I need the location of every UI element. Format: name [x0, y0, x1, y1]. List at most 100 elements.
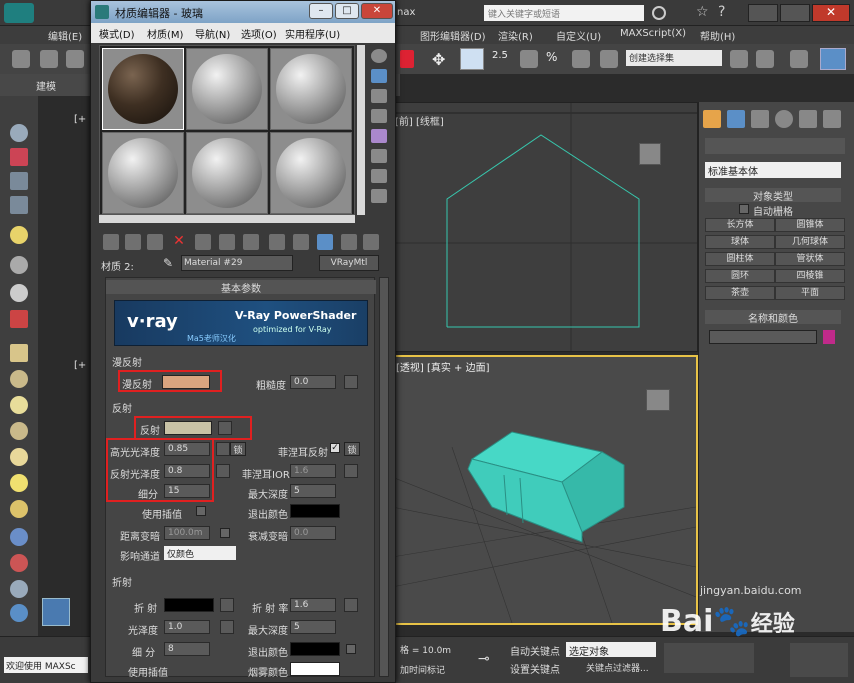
assign-to-selection-icon[interactable] [147, 234, 163, 250]
display-tab-icon[interactable] [799, 110, 817, 128]
name-color-rollout-title[interactable]: 名称和颜色 [705, 310, 841, 325]
mirror-icon[interactable] [730, 50, 748, 68]
viewcube-icon[interactable] [639, 143, 661, 165]
geosphere-button[interactable]: 几何球体 [775, 235, 845, 249]
cylinder-button[interactable]: 圆柱体 [705, 252, 775, 266]
add-time-tag[interactable]: 加时间标记 [400, 663, 445, 676]
refr-gloss-spinner[interactable]: 1.0 [164, 620, 210, 634]
minimize-button[interactable] [748, 4, 778, 22]
bind-tool-icon[interactable] [10, 256, 28, 274]
go-to-parent-icon[interactable] [341, 234, 357, 250]
menu-rendering[interactable]: 渲染(R) [498, 28, 533, 43]
unlink-icon[interactable] [40, 50, 58, 68]
viewport-nav-controls[interactable] [790, 643, 848, 677]
video-color-icon[interactable] [371, 129, 387, 143]
refr-subdivs-spinner[interactable]: 8 [164, 642, 210, 656]
tube-button[interactable]: 管状体 [775, 252, 845, 266]
key-mode-dropdown[interactable]: 选定对象 [566, 642, 656, 658]
particle-icon[interactable] [10, 528, 28, 546]
shape-icon[interactable] [10, 580, 28, 598]
create-tab-icon[interactable] [703, 110, 721, 128]
material-editor-titlebar[interactable]: 材质编辑器 - 玻璃 – □ ✕ [91, 1, 395, 23]
dim-distance-spinner[interactable]: 100.0m [164, 526, 210, 540]
eyedropper-icon[interactable]: ✎ [163, 256, 173, 270]
pyramid-button[interactable]: 四棱锥 [775, 269, 845, 283]
backlight-icon[interactable] [371, 69, 387, 83]
grid-icon[interactable] [10, 196, 28, 214]
percent-snap-icon[interactable]: % [546, 50, 557, 64]
affect-channels-dropdown[interactable]: 仅颜色 [164, 546, 236, 560]
viewcube-icon[interactable] [646, 389, 670, 411]
object-type-rollout-title[interactable]: 对象类型 [705, 188, 841, 203]
mat-menu-material[interactable]: 材质(M) [147, 26, 183, 41]
menu-edit[interactable]: 编辑(E) [48, 28, 82, 43]
app-logo-icon[interactable] [4, 3, 34, 23]
refl-gloss-map-button[interactable] [216, 464, 230, 478]
material-type-button[interactable]: VRayMtl [319, 255, 379, 271]
background-icon[interactable] [371, 89, 387, 103]
fresnel-ior-spinner[interactable]: 1.6 [290, 464, 336, 478]
modify-tab-icon[interactable] [727, 110, 745, 128]
sample-slot-3[interactable] [270, 48, 352, 130]
fresnel-lock-button[interactable]: 锁 [344, 442, 360, 456]
key-filters-button[interactable]: 关键点过滤器... [586, 661, 649, 674]
sample-slot-6[interactable] [270, 132, 352, 214]
basic-params-rollout[interactable]: 基本参数 [106, 280, 376, 295]
fresnel-checkbox[interactable]: ✓ [330, 443, 340, 453]
layers-icon[interactable] [10, 172, 28, 190]
show-map-icon[interactable] [293, 234, 309, 250]
help-icon[interactable]: ? [718, 4, 725, 20]
fresnel-ior-map-button[interactable] [344, 464, 358, 478]
ribbon-tab-modeling[interactable]: 建模 [36, 78, 56, 93]
mat-menu-modes[interactable]: 模式(D) [99, 26, 135, 41]
torus-button[interactable]: 圆环 [705, 269, 775, 283]
roughness-map-button[interactable] [344, 375, 358, 389]
object-color-swatch[interactable] [823, 330, 835, 344]
cone-button[interactable]: 圆锥体 [775, 218, 845, 232]
options-icon[interactable] [371, 169, 387, 183]
sample-type-icon[interactable] [371, 49, 387, 63]
reset-material-icon[interactable]: ✕ [171, 234, 187, 250]
star-light-icon[interactable] [10, 474, 28, 492]
autogrid-checkbox[interactable] [739, 204, 749, 214]
box-button[interactable]: 长方体 [705, 218, 775, 232]
object-category-dropdown[interactable]: 标准基本体 [705, 162, 841, 178]
maxscript-listener[interactable]: 欢迎使用 MAXSc [4, 657, 88, 673]
wheel-icon[interactable] [10, 422, 28, 440]
close-button[interactable]: ✕ [812, 4, 850, 22]
sample-slot-4[interactable] [102, 132, 184, 214]
key-icon[interactable]: ⊸ [478, 651, 490, 667]
motion-tab-icon[interactable] [775, 110, 793, 128]
refl-max-depth-spinner[interactable]: 5 [290, 484, 336, 498]
material-name-field[interactable]: Material #29 [181, 255, 293, 271]
bind-icon[interactable] [66, 50, 84, 68]
angle-snap-icon[interactable] [520, 50, 538, 68]
auto-key-button[interactable]: 自动关键点 [510, 643, 560, 658]
left-viewport-label-2[interactable]: [+ [74, 360, 86, 371]
params-scrollbar[interactable] [379, 277, 389, 677]
move-icon[interactable]: ✥ [432, 50, 445, 69]
menu-help[interactable]: 帮助(H) [700, 28, 735, 43]
light-icon[interactable] [10, 226, 28, 244]
sun-icon[interactable] [10, 396, 28, 414]
category-icons[interactable] [705, 138, 845, 154]
get-material-icon[interactable] [103, 234, 119, 250]
plane-button[interactable]: 平面 [775, 286, 845, 300]
named-selection-dropdown[interactable]: 创建选择集 [626, 50, 722, 66]
teapot-button[interactable]: 茶壶 [705, 286, 775, 300]
put-to-library-icon[interactable] [243, 234, 259, 250]
mat-menu-utilities[interactable]: 实用程序(U) [285, 26, 340, 41]
refr-max-depth-spinner[interactable]: 5 [290, 620, 336, 634]
material-close-button[interactable]: ✕ [361, 3, 393, 19]
cone-icon[interactable] [10, 448, 28, 466]
menu-graph-editors[interactable]: 图形编辑器(D) [420, 28, 486, 43]
ior-map-button[interactable] [344, 598, 358, 612]
refr-exit-color-swatch[interactable] [290, 642, 340, 656]
exit-color-swatch[interactable] [290, 504, 340, 518]
sample-slot-1[interactable] [102, 48, 184, 130]
material-id-icon[interactable] [269, 234, 285, 250]
hilight-gloss-map-button[interactable] [216, 442, 230, 456]
refr-exit-checkbox[interactable] [346, 644, 356, 654]
refraction-map-button[interactable] [220, 598, 234, 612]
sample-slot-2[interactable] [186, 48, 268, 130]
